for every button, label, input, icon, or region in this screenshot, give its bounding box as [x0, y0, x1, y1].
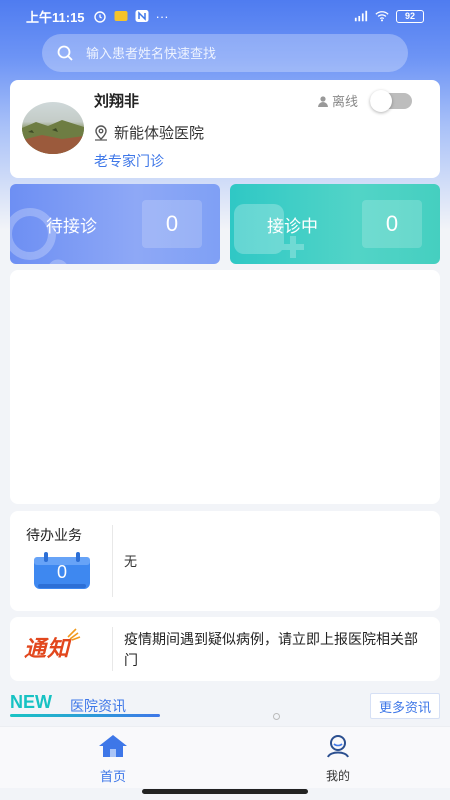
- news-underline: [10, 714, 160, 717]
- tab-mine[interactable]: 我的: [298, 733, 378, 784]
- todo-title: 待办业务: [26, 527, 82, 543]
- notice-logo-text: 通知: [24, 636, 71, 661]
- tab-home[interactable]: 首页: [73, 733, 153, 785]
- stat-in-progress[interactable]: 接诊中 0: [230, 184, 440, 264]
- news-title: 医院资讯: [70, 698, 126, 714]
- tab-mine-label: 我的: [325, 769, 350, 783]
- megaphone-icon: [67, 628, 81, 641]
- online-status: 离线: [317, 89, 412, 112]
- alarm-icon: [93, 11, 106, 23]
- carousel-dot: [273, 713, 280, 720]
- avatar-landscape-image: [22, 120, 84, 154]
- content-panel: [10, 270, 440, 504]
- notice-text: 疫情期间遇到疑似病例，请立即上报医院相关部门: [124, 631, 418, 668]
- stat-waiting-label: 待接诊: [46, 217, 97, 236]
- home-indicator: [142, 789, 308, 794]
- more-notifications-icon: ···: [155, 8, 169, 24]
- wifi-icon: [375, 11, 389, 22]
- calendar-icon: 0: [32, 551, 92, 596]
- status-label: 离线: [331, 94, 358, 109]
- battery-icon: 92: [396, 9, 424, 23]
- doctor-info-card: 刘翔非 离线 新能体验医院 老专家门诊: [10, 80, 440, 178]
- todo-card[interactable]: 待办业务 0 无: [10, 511, 440, 611]
- online-toggle[interactable]: [370, 89, 412, 112]
- search-input[interactable]: [86, 45, 366, 61]
- doctor-hospital: 新能体验医院: [94, 122, 204, 143]
- stat-in-progress-label: 接诊中: [267, 217, 318, 236]
- stat-waiting-count: 0: [142, 200, 202, 248]
- status-bar: 上午11:15 ··· 92: [0, 0, 450, 32]
- home-icon: [99, 735, 127, 757]
- location-icon: [95, 124, 107, 141]
- search-icon: [57, 45, 73, 61]
- stat-waiting[interactable]: 待接诊 0: [10, 184, 220, 264]
- doctor-department: 老专家门诊: [94, 153, 164, 169]
- status-time: 上午11:15: [26, 9, 85, 25]
- app-n-icon: [135, 10, 149, 22]
- person-icon: [317, 95, 328, 107]
- avatar[interactable]: [22, 102, 84, 154]
- bottom-tab-bar: 首页 我的: [0, 726, 450, 788]
- doctor-name: 刘翔非: [94, 93, 140, 110]
- todo-divider: [112, 525, 113, 597]
- todo-content: 无: [124, 554, 138, 569]
- hospital-name: 新能体验医院: [114, 125, 205, 142]
- app-notification-icon: [114, 11, 128, 21]
- signal-icon: [354, 10, 368, 22]
- notice-card[interactable]: 通知 疫情期间遇到疑似病例，请立即上报医院相关部门: [10, 617, 440, 681]
- notice-logo: 通知: [24, 628, 81, 663]
- patient-search-bar[interactable]: [42, 34, 408, 72]
- stat-in-progress-count: 0: [362, 200, 422, 248]
- tab-home-label: 首页: [99, 769, 126, 784]
- notice-divider: [112, 627, 113, 671]
- todo-badge-count: 0: [56, 562, 67, 582]
- news-header: NEW 医院资讯 更多资讯: [10, 690, 440, 720]
- more-news-button[interactable]: 更多资讯: [369, 693, 440, 719]
- news-new-tag: NEW: [10, 692, 52, 712]
- profile-icon: [327, 735, 349, 758]
